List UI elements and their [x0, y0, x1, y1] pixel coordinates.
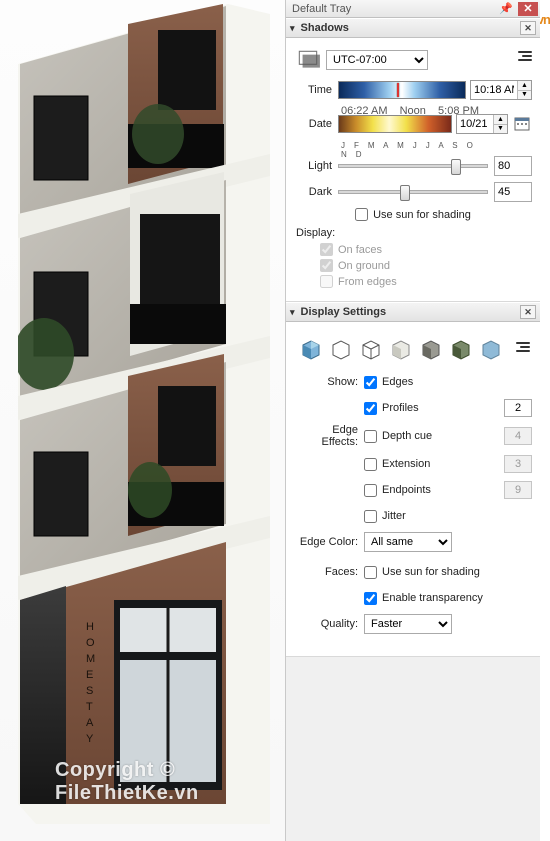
- shadows-title: Shadows: [301, 22, 349, 34]
- collapse-icon: ▾: [290, 307, 295, 318]
- shadow-toggle-icon[interactable]: [294, 46, 322, 74]
- date-slider[interactable]: [338, 115, 452, 133]
- shadows-panel-body: UTC-07:00 Time ▲▼ 06:22 AMNoon5:08 PM Da…: [286, 38, 540, 302]
- endpoints-checkbox[interactable]: [364, 484, 377, 497]
- extension-checkbox[interactable]: [364, 458, 377, 471]
- time-slider[interactable]: [338, 81, 466, 99]
- display-settings-body: Show: Edges Profiles 2 Edge Effects: Dep…: [286, 322, 540, 657]
- quality-label: Quality:: [294, 618, 364, 630]
- panel-menu-button[interactable]: [512, 342, 530, 360]
- date-picker-button[interactable]: [512, 114, 532, 134]
- edge-effects-label: Edge Effects:: [294, 424, 364, 448]
- date-month-labels: J F M A M J J A S O N D: [341, 141, 479, 159]
- edges-checkbox[interactable]: [364, 376, 377, 389]
- light-slider[interactable]: [338, 164, 488, 168]
- panel-menu-button[interactable]: [514, 51, 532, 69]
- light-value[interactable]: 80: [494, 156, 532, 176]
- building-svg: HOMESTAY: [18, 4, 270, 824]
- date-up[interactable]: ▲: [493, 115, 507, 125]
- dark-value[interactable]: 45: [494, 182, 532, 202]
- style-shaded[interactable]: [388, 336, 414, 362]
- style-shaded-textures[interactable]: [298, 336, 324, 362]
- jitter-checkbox[interactable]: [364, 510, 377, 523]
- endpoints-value: 9: [504, 481, 532, 499]
- time-up[interactable]: ▲: [517, 81, 531, 91]
- copyright-watermark: Copyright © FileThietKe.vn: [55, 759, 285, 805]
- style-monochrome[interactable]: [418, 336, 444, 362]
- time-input[interactable]: [471, 81, 517, 99]
- date-down[interactable]: ▼: [493, 125, 507, 134]
- collapse-icon: ▾: [290, 23, 295, 34]
- time-down[interactable]: ▼: [517, 91, 531, 100]
- depth-cue-checkbox[interactable]: [364, 430, 377, 443]
- show-label: Show:: [294, 376, 364, 388]
- quality-select[interactable]: Faster: [364, 614, 452, 634]
- face-style-icons: [294, 330, 508, 372]
- edge-color-select[interactable]: All same: [364, 532, 452, 552]
- model-viewport[interactable]: HOMESTAY Copyright © FileThietKe.vn: [0, 0, 285, 841]
- display-label: Display:: [296, 227, 532, 239]
- style-xray[interactable]: [478, 336, 504, 362]
- default-tray: Default Tray 📌 ✕ ▾ Shadows ✕ UTC-07:00 T…: [285, 0, 540, 841]
- dark-label: Dark: [294, 186, 338, 198]
- on-faces-checkbox: [320, 243, 333, 256]
- date-input[interactable]: [457, 115, 493, 133]
- extension-value: 3: [504, 455, 532, 473]
- display-settings-title: Display Settings: [301, 306, 387, 318]
- display-settings-header[interactable]: ▾ Display Settings ✕: [286, 302, 540, 322]
- light-label: Light: [294, 160, 338, 172]
- tray-titlebar: Default Tray 📌 ✕: [286, 0, 540, 18]
- faces-use-sun-checkbox[interactable]: [364, 566, 377, 579]
- tray-title: Default Tray: [292, 3, 351, 15]
- date-spinner[interactable]: ▲▼: [456, 114, 508, 134]
- shadows-panel-header[interactable]: ▾ Shadows ✕: [286, 18, 540, 38]
- time-spinner[interactable]: ▲▼: [470, 80, 532, 100]
- style-textured[interactable]: [448, 336, 474, 362]
- timezone-select[interactable]: UTC-07:00: [326, 50, 428, 70]
- edge-color-label: Edge Color:: [294, 536, 364, 548]
- style-wireframe[interactable]: [328, 336, 354, 362]
- display-settings-close-button[interactable]: ✕: [520, 305, 536, 319]
- on-ground-checkbox: [320, 259, 333, 272]
- transparency-checkbox[interactable]: [364, 592, 377, 605]
- use-sun-label: Use sun for shading: [373, 209, 471, 221]
- date-label: Date: [294, 118, 338, 130]
- depth-cue-value: 4: [504, 427, 532, 445]
- time-label: Time: [294, 84, 338, 96]
- profiles-checkbox[interactable]: [364, 402, 377, 415]
- use-sun-checkbox[interactable]: [355, 208, 368, 221]
- faces-label: Faces:: [294, 566, 364, 578]
- style-hidden-line[interactable]: [358, 336, 384, 362]
- shadows-close-button[interactable]: ✕: [520, 21, 536, 35]
- tray-close-button[interactable]: ✕: [518, 2, 538, 16]
- from-edges-checkbox: [320, 275, 333, 288]
- time-tick-labels: 06:22 AMNoon5:08 PM: [341, 105, 479, 117]
- profiles-value[interactable]: 2: [504, 399, 532, 417]
- dark-slider[interactable]: [338, 190, 488, 194]
- building-render: HOMESTAY: [18, 4, 270, 824]
- tray-pin-button[interactable]: 📌: [496, 2, 516, 16]
